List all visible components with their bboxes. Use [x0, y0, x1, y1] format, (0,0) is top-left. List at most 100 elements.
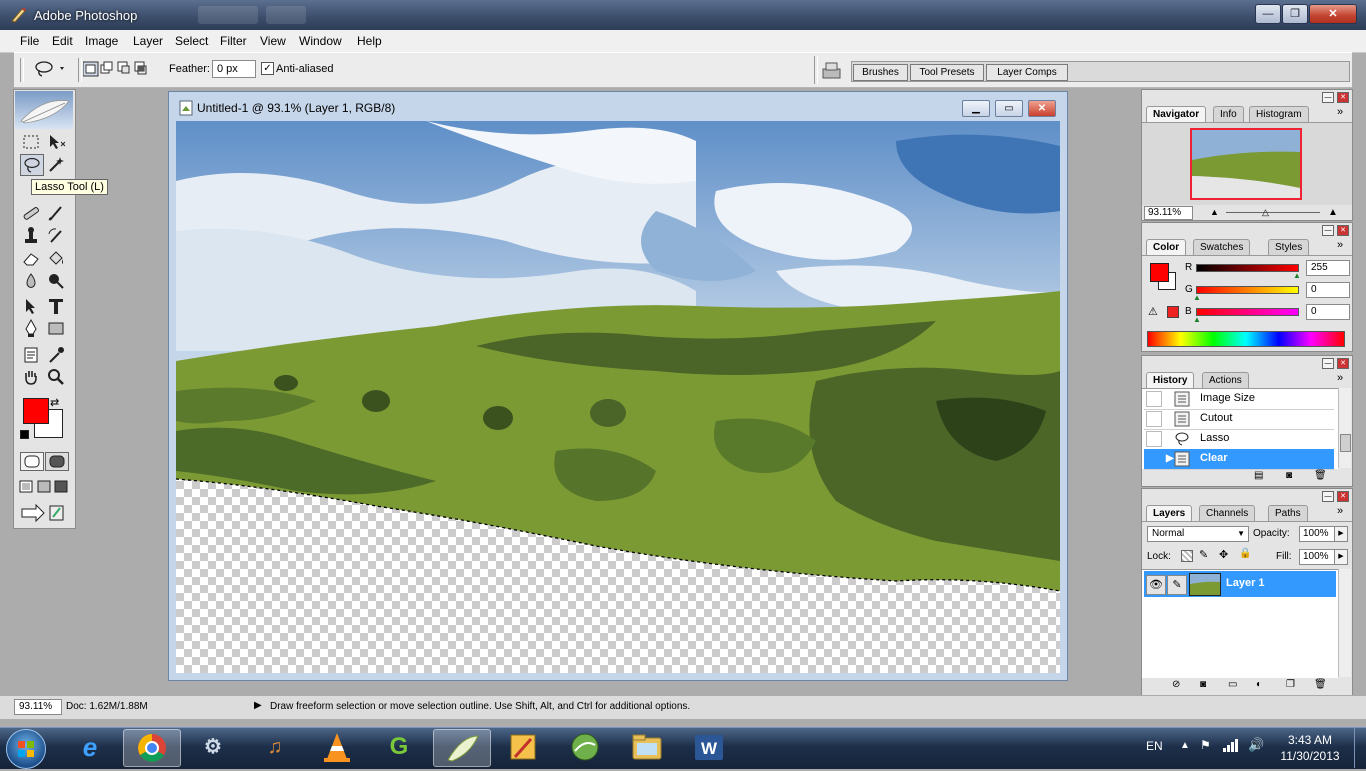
lock-position-icon[interactable]: ✥: [1219, 548, 1228, 561]
status-menu-arrow-icon[interactable]: ▶: [254, 700, 262, 711]
panel-minimize-button[interactable]: —: [1322, 491, 1334, 502]
pen-tool-icon[interactable]: [21, 318, 41, 338]
menu-window[interactable]: Window: [299, 34, 342, 48]
eraser-tool-icon[interactable]: [21, 248, 41, 268]
layer-row[interactable]: 👁 ✎ Layer 1: [1144, 571, 1336, 597]
show-desktop-button[interactable]: [1354, 728, 1366, 768]
eyedropper-tool-icon[interactable]: [46, 345, 66, 365]
tab-paths[interactable]: Paths: [1268, 505, 1308, 522]
menu-layer[interactable]: Layer: [133, 34, 163, 48]
move-tool-icon[interactable]: [46, 132, 66, 152]
history-scrollbar-thumb[interactable]: [1340, 434, 1351, 452]
magic-wand-tool-icon[interactable]: [46, 154, 66, 174]
show-hidden-icons[interactable]: ▲: [1180, 740, 1190, 751]
zoom-slider-thumb[interactable]: △: [1262, 207, 1269, 218]
taskbar-word[interactable]: W: [681, 729, 737, 765]
subtract-selection-icon[interactable]: [117, 61, 130, 74]
dock-tab-layer-comps[interactable]: Layer Comps: [986, 64, 1068, 81]
blur-tool-icon[interactable]: [21, 271, 41, 291]
link-layers-icon[interactable]: ⊘: [1172, 679, 1180, 690]
marquee-tool-icon[interactable]: [21, 132, 41, 152]
antialiased-checkbox[interactable]: ✓: [261, 62, 274, 75]
jump-to-imageready-icon[interactable]: [20, 503, 66, 523]
path-selection-tool-icon[interactable]: [21, 296, 41, 316]
history-snapshot-checkbox[interactable]: [1146, 391, 1162, 407]
opacity-input[interactable]: 100%: [1299, 526, 1336, 542]
gamut-color-swatch[interactable]: [1167, 306, 1179, 318]
tool-preset-picker[interactable]: [30, 58, 70, 80]
channel-b-slider[interactable]: [1196, 308, 1299, 316]
volume-icon[interactable]: 🔊: [1248, 737, 1264, 753]
eye-visibility-icon[interactable]: 👁: [1146, 575, 1166, 595]
tab-info[interactable]: Info: [1213, 106, 1244, 123]
fill-slider-button[interactable]: ▶: [1334, 549, 1348, 565]
healing-brush-tool-icon[interactable]: [21, 203, 41, 223]
shape-tool-icon[interactable]: [46, 318, 66, 338]
taskbar-image-viewer[interactable]: [557, 729, 613, 765]
tab-navigator[interactable]: Navigator: [1146, 106, 1207, 123]
panel-close-button[interactable]: ✕: [1337, 225, 1349, 236]
status-zoom-field[interactable]: 93.11%: [14, 699, 62, 715]
menu-file[interactable]: File: [20, 34, 39, 48]
swap-colors-icon[interactable]: ⇄: [50, 396, 59, 409]
document-minimize-button[interactable]: ▁: [962, 100, 990, 117]
lock-image-icon[interactable]: ✎: [1199, 548, 1208, 561]
lock-all-icon[interactable]: 🔒: [1239, 548, 1251, 559]
brush-link-icon[interactable]: ✎: [1167, 575, 1187, 595]
taskbar-paint-app[interactable]: [495, 729, 551, 765]
adjustment-layer-icon[interactable]: ◐: [1256, 679, 1262, 690]
paint-bucket-tool-icon[interactable]: [46, 248, 66, 268]
hand-tool-icon[interactable]: [21, 367, 41, 387]
tab-history[interactable]: History: [1146, 372, 1195, 389]
taskbar-vlc[interactable]: [309, 729, 365, 765]
screen-mode-icons[interactable]: [18, 479, 68, 495]
menu-select[interactable]: Select: [175, 34, 208, 48]
quick-mask-mode-icon[interactable]: [45, 452, 69, 471]
zoom-in-icon[interactable]: ▲: [1328, 207, 1338, 218]
channel-r-slider[interactable]: [1196, 264, 1299, 272]
document-maximize-button[interactable]: ▭: [995, 100, 1023, 117]
new-snapshot-icon[interactable]: ◙: [1286, 470, 1292, 481]
gamut-warning-icon[interactable]: ⚠: [1148, 305, 1158, 318]
panel-minimize-button[interactable]: —: [1322, 225, 1334, 236]
panel-minimize-button[interactable]: —: [1322, 92, 1334, 103]
navigator-zoom-field[interactable]: 93.11%: [1144, 206, 1193, 220]
panel-menu-icon[interactable]: »: [1337, 372, 1343, 384]
brush-tool-icon[interactable]: [46, 203, 66, 223]
add-selection-icon[interactable]: [100, 61, 113, 74]
new-layer-icon[interactable]: ❐: [1286, 679, 1295, 690]
action-center-icon[interactable]: ⚑: [1200, 738, 1211, 752]
color-spectrum-bar[interactable]: [1147, 331, 1345, 347]
channel-b-input[interactable]: 0: [1306, 304, 1350, 320]
dodge-tool-icon[interactable]: [46, 271, 66, 291]
channel-r-input[interactable]: 255: [1306, 260, 1350, 276]
clock-time[interactable]: 3:43 AM: [1282, 733, 1338, 747]
history-item[interactable]: Cutout: [1144, 409, 1334, 430]
tab-styles[interactable]: Styles: [1268, 239, 1310, 256]
lasso-tool-icon[interactable]: [20, 154, 44, 176]
new-selection-icon[interactable]: [82, 61, 99, 77]
intersect-selection-icon[interactable]: [134, 61, 147, 75]
panel-menu-icon[interactable]: »: [1337, 239, 1343, 251]
layers-scrollbar[interactable]: [1338, 569, 1351, 677]
start-button[interactable]: [6, 729, 46, 769]
network-signal-icon[interactable]: [1222, 738, 1238, 752]
close-button[interactable]: ✕: [1309, 4, 1357, 24]
history-item[interactable]: Lasso: [1144, 429, 1334, 450]
channel-g-input[interactable]: 0: [1306, 282, 1350, 298]
panel-close-button[interactable]: ✕: [1337, 92, 1349, 103]
taskbar-utility-app[interactable]: ⚙: [185, 729, 241, 765]
panel-close-button[interactable]: ✕: [1337, 358, 1349, 369]
menu-edit[interactable]: Edit: [52, 34, 73, 48]
feather-input[interactable]: 0 px: [212, 60, 256, 78]
dock-tab-brushes[interactable]: Brushes: [853, 64, 908, 81]
panel-menu-icon[interactable]: »: [1337, 106, 1343, 118]
channel-b-thumb[interactable]: ▲: [1193, 315, 1201, 324]
clone-stamp-tool-icon[interactable]: [21, 226, 41, 246]
panel-minimize-button[interactable]: —: [1322, 358, 1334, 369]
language-indicator[interactable]: EN: [1146, 739, 1163, 753]
color-foreground-swatch[interactable]: [1150, 263, 1169, 282]
taskbar-chrome[interactable]: [123, 729, 181, 767]
delete-state-icon[interactable]: 🗑: [1314, 470, 1327, 481]
channel-g-slider[interactable]: [1196, 286, 1299, 294]
